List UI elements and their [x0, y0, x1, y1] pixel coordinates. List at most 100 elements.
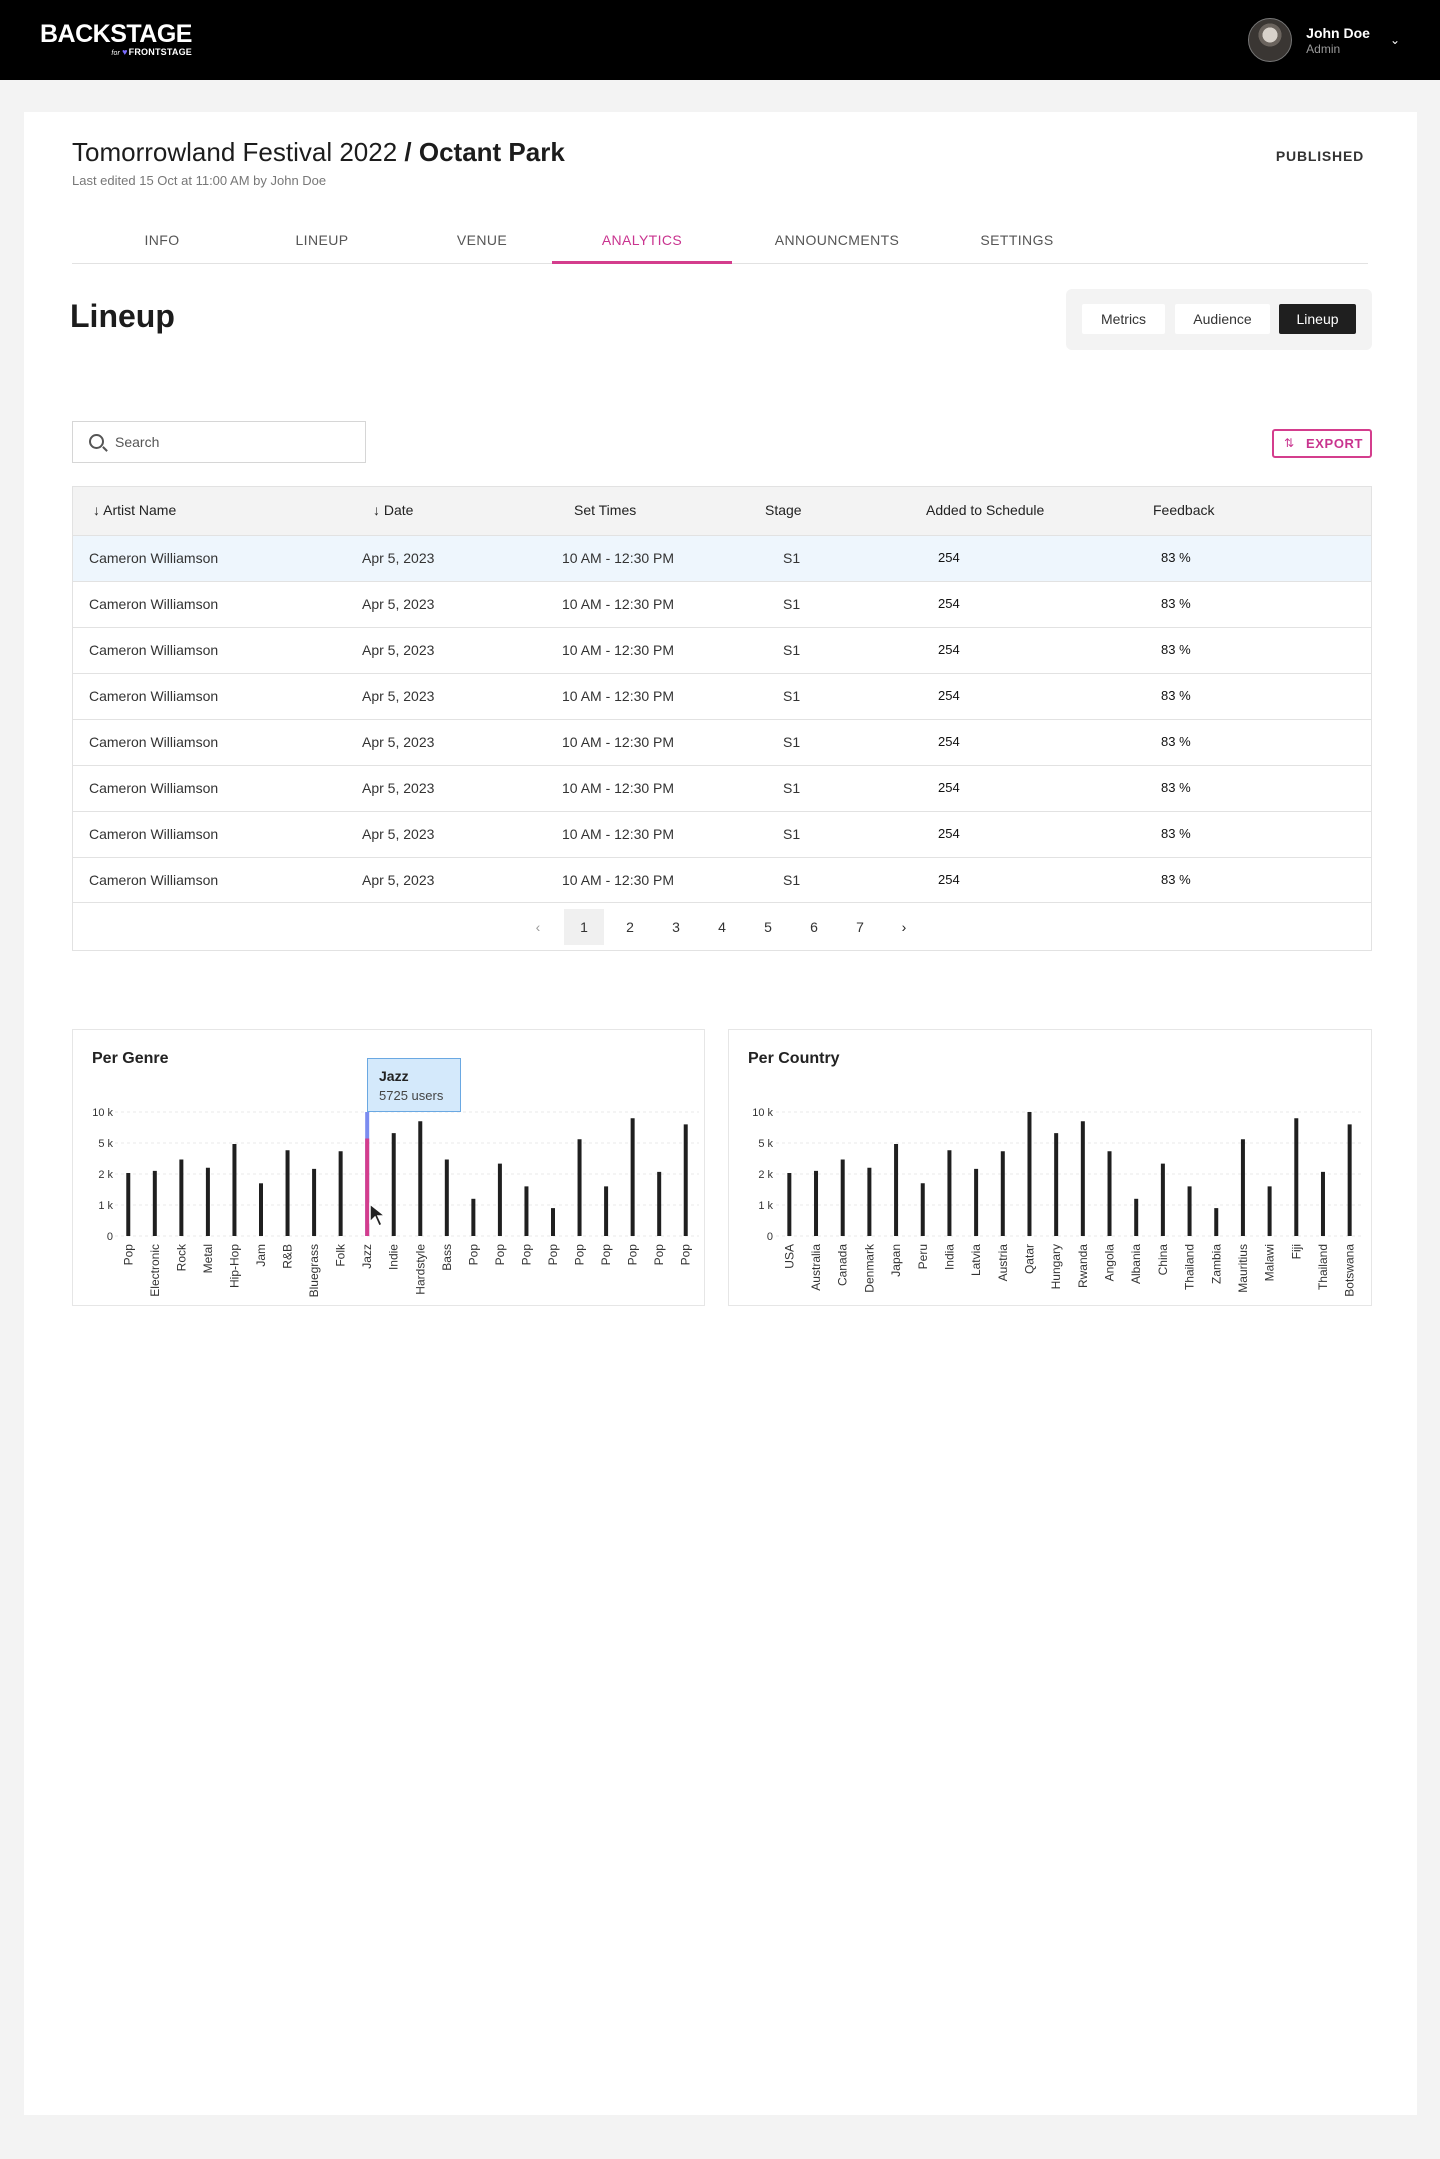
x-tick-label: Hip-Hop — [227, 1244, 241, 1288]
tab-analytics[interactable]: ANALYTICS — [552, 226, 732, 264]
table-row[interactable]: Cameron Williamson Apr 5, 2023 10 AM - 12:… — [73, 627, 1371, 673]
cell-feedback: 83 % — [1161, 642, 1191, 657]
x-tick-label: Bluegrass — [307, 1244, 321, 1297]
table-row[interactable]: Cameron Williamson Apr 5, 2023 10 AM - 12:… — [73, 811, 1371, 857]
y-tick-label: 2 k — [758, 1169, 773, 1181]
y-tick-label: 2 k — [98, 1169, 113, 1181]
x-tick-label: USA — [782, 1244, 796, 1269]
column-added-to-schedule[interactable]: Added to Schedule — [926, 502, 1044, 518]
x-tick-label: China — [1156, 1244, 1170, 1276]
x-tick-label: Fiji — [1289, 1244, 1303, 1259]
search-input[interactable] — [115, 422, 355, 462]
brand-name: BACKSTAGE — [40, 20, 192, 48]
x-tick-label: Pop — [652, 1244, 666, 1266]
cell-date: Apr 5, 2023 — [362, 596, 435, 612]
cell-stage: S1 — [783, 550, 801, 566]
arrow-down-icon: ↓ — [373, 502, 380, 518]
user-menu[interactable]: John Doe Admin ⌄ — [1248, 17, 1400, 63]
chart-per-country: Per Country 01 k2 k5 k 10 k USA Australia Ca… — [728, 1029, 1372, 1306]
x-tick-label: Folk — [334, 1243, 348, 1267]
y-tick-label: 10 k — [92, 1107, 113, 1119]
cell-added: 254 — [938, 872, 960, 887]
segment-metrics[interactable]: Metrics — [1082, 304, 1165, 334]
x-tick-label: Pop — [679, 1244, 693, 1266]
arrow-down-icon: ↓ — [93, 502, 100, 518]
page-button-3[interactable]: 3 — [656, 909, 696, 945]
search-box — [72, 421, 366, 463]
cell-added: 254 — [938, 780, 960, 795]
column-artist-name[interactable]: ↓ Artist Name — [93, 502, 176, 518]
page-button-5[interactable]: 5 — [748, 909, 788, 945]
mouse-pointer-icon — [369, 1202, 388, 1228]
page-button-1[interactable]: 1 — [564, 909, 604, 945]
x-tick-label: Zambia — [1209, 1244, 1223, 1284]
cell-stage: S1 — [783, 780, 801, 796]
column-stage[interactable]: Stage — [765, 502, 802, 518]
x-tick-label: Pop — [121, 1244, 135, 1266]
tab-settings[interactable]: SETTINGS — [942, 226, 1092, 264]
x-tick-label: Mauritius — [1236, 1244, 1250, 1293]
export-button[interactable]: ⇅ EXPORT — [1272, 429, 1372, 458]
table-row[interactable]: Cameron Williamson Apr 5, 2023 10 AM - 12:… — [73, 765, 1371, 811]
avatar[interactable] — [1248, 18, 1293, 62]
x-tick-label: Angola — [1103, 1244, 1117, 1282]
segment-lineup[interactable]: Lineup — [1279, 304, 1356, 334]
tab-announcements[interactable]: ANNOUNCMENTS — [752, 226, 922, 264]
table-row[interactable]: Cameron Williamson Apr 5, 2023 10 AM - 12:… — [73, 535, 1371, 581]
segment-audience[interactable]: Audience — [1175, 304, 1270, 334]
lineup-table: ↓ Artist Name ↓ Date Set Times Stage Add… — [72, 486, 1372, 951]
x-tick-label: Latvia — [969, 1244, 983, 1276]
chevron-down-icon[interactable]: ⌄ — [1390, 33, 1400, 47]
table-row[interactable]: Cameron Williamson Apr 5, 2023 10 AM - 12:… — [73, 719, 1371, 765]
page-button-7[interactable]: 7 — [840, 909, 880, 945]
search-icon — [89, 434, 104, 449]
chevron-right-icon[interactable]: › — [884, 909, 924, 945]
cell-feedback: 83 % — [1161, 734, 1191, 749]
cell-set-times: 10 AM - 12:30 PM — [562, 596, 675, 612]
x-tick-label: Japan — [889, 1244, 903, 1277]
page-button-2[interactable]: 2 — [610, 909, 650, 945]
cell-date: Apr 5, 2023 — [362, 734, 435, 750]
x-tick-label: Rock — [174, 1243, 188, 1271]
tab-info[interactable]: INFO — [92, 226, 232, 264]
cell-stage: S1 — [783, 596, 801, 612]
cell-added: 254 — [938, 550, 960, 565]
cell-date: Apr 5, 2023 — [362, 780, 435, 796]
column-feedback[interactable]: Feedback — [1153, 502, 1214, 518]
cell-set-times: 10 AM - 12:30 PM — [562, 780, 675, 796]
table-row[interactable]: Cameron Williamson Apr 5, 2023 10 AM - 12:… — [73, 673, 1371, 719]
x-tick-label: Indie — [387, 1244, 401, 1270]
brand-logo[interactable]: BACKSTAGE for ♥FRONTSTAGE — [40, 21, 192, 59]
tab-venue[interactable]: VENUE — [412, 226, 552, 264]
cell-feedback: 83 % — [1161, 688, 1191, 703]
x-tick-label: Hungary — [1049, 1244, 1063, 1289]
cell-feedback: 83 % — [1161, 826, 1191, 841]
page-button-4[interactable]: 4 — [702, 909, 742, 945]
top-bar: BACKSTAGE for ♥FRONTSTAGE John Doe Admin … — [0, 0, 1440, 80]
section-title: Lineup — [70, 298, 175, 334]
y-tick-label: 0 — [107, 1231, 113, 1243]
cell-artist: Cameron Williamson — [89, 734, 219, 750]
table-row[interactable]: Cameron Williamson Apr 5, 2023 10 AM - 12:… — [73, 857, 1371, 903]
table-row[interactable]: Cameron Williamson Apr 5, 2023 10 AM - 12:… — [73, 581, 1371, 627]
tab-lineup[interactable]: LINEUP — [252, 226, 392, 264]
tooltip-title: Jazz — [379, 1068, 409, 1084]
event-tabs: INFO LINEUP VENUE ANALYTICS ANNOUNCMENTS… — [72, 226, 1368, 264]
chevron-left-icon[interactable]: ‹ — [518, 909, 558, 945]
cell-stage: S1 — [783, 642, 801, 658]
x-tick-label: Albania — [1129, 1244, 1143, 1284]
page-button-6[interactable]: 6 — [794, 909, 834, 945]
page-title: Tomorrowland Festival 2022 / Octant Park — [72, 137, 565, 167]
cell-date: Apr 5, 2023 — [362, 872, 435, 888]
x-tick-label: Canada — [836, 1244, 850, 1286]
cell-stage: S1 — [783, 826, 801, 842]
y-tick-label: 1 k — [758, 1200, 773, 1212]
x-tick-label: Australia — [809, 1244, 823, 1291]
cell-artist: Cameron Williamson — [89, 596, 219, 612]
pagination: ‹ 1 2 3 4 5 6 7 › — [73, 902, 1371, 950]
sort-arrows-icon: ⇅ — [1284, 436, 1295, 450]
column-date[interactable]: ↓ Date — [373, 502, 413, 518]
x-tick-label: Pop — [626, 1244, 640, 1266]
column-set-times[interactable]: Set Times — [574, 502, 636, 518]
x-tick-label: Malawi — [1263, 1244, 1277, 1281]
